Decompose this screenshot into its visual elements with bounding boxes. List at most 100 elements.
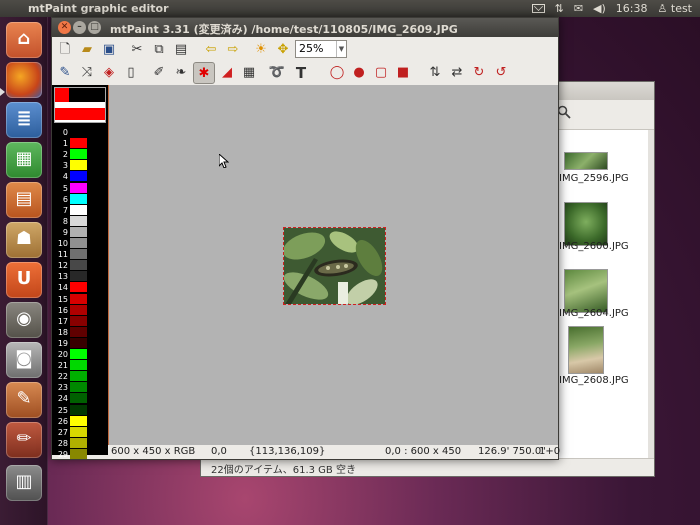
palette-color[interactable] — [70, 360, 87, 371]
palette-entry[interactable]: 17 — [52, 315, 108, 327]
clock[interactable]: 16:38 — [616, 2, 648, 15]
palette-color[interactable] — [70, 415, 87, 426]
shuffle-icon[interactable]: ⤨ — [76, 62, 98, 84]
text-tool-icon[interactable]: T — [290, 62, 312, 84]
palette-color[interactable] — [70, 293, 87, 304]
color-swatch[interactable] — [54, 87, 106, 123]
maximize-button[interactable]: □ — [88, 21, 101, 34]
palette-entry[interactable]: 24 — [52, 393, 108, 404]
palette-entry[interactable]: 23 — [52, 382, 108, 393]
palette-entry[interactable]: 18 — [52, 326, 108, 338]
network-icon[interactable]: ⇅ — [555, 2, 564, 15]
search-icon[interactable] — [557, 105, 571, 119]
zoom-select[interactable]: 25% ▼ — [295, 40, 347, 58]
pan-icon[interactable]: ✥ — [272, 39, 294, 61]
impress-icon[interactable]: ▤ — [6, 182, 42, 218]
palette-color[interactable] — [70, 182, 87, 193]
palette-entry[interactable]: 12 — [52, 260, 108, 271]
palette-color[interactable] — [70, 260, 87, 271]
palette-entry[interactable]: 13 — [52, 271, 108, 282]
ellipse-outline-icon[interactable]: ◯ — [326, 62, 348, 84]
palette-color[interactable] — [70, 238, 87, 248]
mail-icon[interactable] — [531, 4, 545, 13]
palette-color[interactable] — [70, 204, 87, 215]
palette-entry[interactable]: 19 — [52, 337, 108, 349]
select-rect-icon[interactable]: ✱ — [193, 62, 215, 84]
workspace-switcher-icon[interactable]: ▥ — [6, 465, 42, 501]
paste-icon[interactable]: ▤ — [170, 39, 192, 61]
palette-entry[interactable]: 28 — [52, 437, 108, 449]
palette-color[interactable] — [70, 127, 87, 137]
pencils-icon[interactable]: ✏ — [6, 422, 42, 458]
palette-color[interactable] — [70, 271, 87, 282]
palette-entry[interactable]: 2 — [52, 149, 108, 160]
rotate-anticlockwise-icon[interactable]: ↺ — [490, 62, 512, 84]
ellipse-filled-icon[interactable]: ● — [348, 62, 370, 84]
palette-color[interactable] — [70, 349, 87, 359]
palette-entry[interactable]: 15 — [52, 293, 108, 305]
palette-entry[interactable]: 29 — [52, 448, 108, 460]
smudge-icon[interactable]: ✐ — [148, 62, 170, 84]
undo-icon[interactable]: ⇦ — [200, 39, 222, 61]
mtpaint-window[interactable]: ✕ – □ mtPaint 3.31 (変更済み) /home/test/110… — [51, 17, 560, 460]
palette-entry[interactable]: 14 — [52, 282, 108, 293]
gimp-icon[interactable]: ◉ — [6, 302, 42, 338]
palette-color[interactable] — [70, 337, 87, 348]
palette-color[interactable] — [70, 226, 87, 237]
palette-entry[interactable]: 6 — [52, 193, 108, 205]
volume-icon[interactable]: ◀) — [593, 2, 606, 15]
rotate-clockwise-icon[interactable]: ↻ — [468, 62, 490, 84]
palette-color[interactable] — [70, 138, 87, 149]
open-folder-icon[interactable]: ▰ — [76, 39, 98, 61]
palette-entry[interactable]: 25 — [52, 404, 108, 416]
flood-fill-icon[interactable]: ◈ — [98, 62, 120, 84]
save-icon[interactable]: ▣ — [98, 39, 120, 61]
flip-vertical-icon[interactable]: ⇅ — [424, 62, 446, 84]
paint-brush-icon[interactable]: ✎ — [54, 62, 76, 84]
palette-entry[interactable]: 26 — [52, 415, 108, 427]
close-button[interactable]: ✕ — [58, 21, 71, 34]
palette-color[interactable] — [70, 437, 87, 448]
palette-entry[interactable]: 8 — [52, 215, 108, 227]
palette-color[interactable] — [70, 160, 87, 171]
writer-icon[interactable]: ≣ — [6, 102, 42, 138]
rect-filled-icon[interactable]: ■ — [392, 62, 414, 84]
clone-icon[interactable]: ❧ — [170, 62, 192, 84]
home-folder-icon[interactable]: ⌂ — [6, 22, 42, 58]
rect-outline-icon[interactable]: ▢ — [370, 62, 392, 84]
lasso-icon[interactable]: ➰ — [266, 62, 288, 84]
palette-color[interactable] — [70, 315, 87, 326]
minimize-button[interactable]: – — [73, 21, 86, 34]
mtpaint-titlebar[interactable]: ✕ – □ mtPaint 3.31 (変更済み) /home/test/110… — [52, 18, 558, 37]
palette-entry[interactable]: 4 — [52, 171, 108, 182]
software-center-icon[interactable]: ☗ — [6, 222, 42, 258]
palette-entry[interactable]: 20 — [52, 349, 108, 360]
pattern-swatch[interactable] — [55, 108, 105, 120]
image-canvas[interactable] — [283, 227, 386, 305]
flip-horizontal-icon[interactable]: ⇄ — [446, 62, 468, 84]
line-icon[interactable]: ▯ — [120, 62, 142, 84]
palette-color[interactable] — [70, 215, 87, 226]
palette-entry[interactable]: 7 — [52, 204, 108, 216]
firefox-icon[interactable] — [6, 62, 42, 98]
copy-icon[interactable]: ⧉ — [148, 39, 170, 61]
palette-color[interactable] — [70, 393, 87, 404]
user-menu[interactable]: ♙ test — [658, 2, 693, 15]
palette-entry[interactable]: 21 — [52, 360, 108, 371]
palette-color[interactable] — [70, 304, 87, 315]
ubuntu-one-icon[interactable]: U — [6, 262, 42, 298]
palette-entry[interactable]: 22 — [52, 371, 108, 382]
palette-entry[interactable]: 0 — [52, 127, 108, 138]
redo-icon[interactable]: ⇨ — [222, 39, 244, 61]
palette-entry[interactable]: 27 — [52, 426, 108, 438]
screenshot-icon[interactable]: ◙ — [6, 342, 42, 378]
palette-color[interactable] — [70, 448, 87, 459]
palette-color[interactable] — [70, 171, 87, 182]
palette-color[interactable] — [70, 193, 87, 204]
palette-color[interactable] — [70, 426, 87, 437]
palette-entry[interactable]: 9 — [52, 226, 108, 238]
palette-color[interactable] — [70, 326, 87, 337]
palette-entry[interactable]: 11 — [52, 249, 108, 260]
brightness-icon[interactable]: ☀ — [250, 39, 272, 61]
palette-entry[interactable]: 3 — [52, 160, 108, 171]
